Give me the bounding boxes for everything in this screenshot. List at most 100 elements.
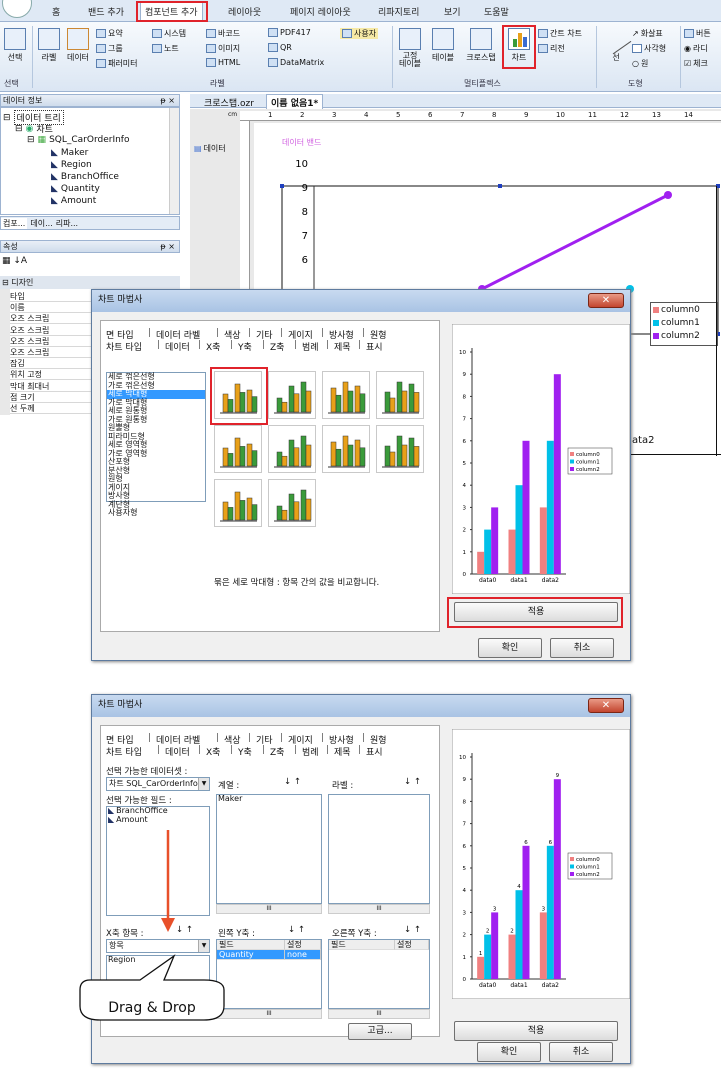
- wizard-tab[interactable]: 제목: [334, 340, 351, 353]
- ok-button[interactable]: 확인: [478, 638, 542, 658]
- chart-type-thumbnail[interactable]: [268, 371, 316, 419]
- rect-button[interactable]: 사각형: [632, 43, 666, 54]
- tree-field[interactable]: ◣ BranchOffice: [51, 172, 119, 182]
- wizard-tab[interactable]: 표시: [366, 745, 383, 758]
- fixed-table-button[interactable]: 고정 테이블: [396, 28, 424, 68]
- design-category[interactable]: ⊟ 디자인: [0, 276, 180, 289]
- summary-button[interactable]: 요약: [96, 28, 123, 39]
- app-orb[interactable]: [2, 0, 32, 18]
- html-button[interactable]: HTML: [206, 58, 240, 67]
- tab-page-layout[interactable]: 페이지 레이아웃: [290, 5, 351, 18]
- tab-view[interactable]: 보기: [444, 5, 461, 18]
- label-list[interactable]: [328, 794, 430, 904]
- collapse-icon[interactable]: ⊟: [3, 113, 11, 123]
- tree-dataset[interactable]: ⊟ ▦ SQL_CarOrderInfo: [27, 135, 129, 145]
- label-move-buttons[interactable]: ↓ ↑: [404, 777, 421, 787]
- wizard-tab[interactable]: Y축: [238, 340, 252, 353]
- collapse-icon[interactable]: ⊟: [15, 124, 23, 134]
- image-button[interactable]: 이미지: [206, 43, 240, 54]
- wizard-tab[interactable]: 데이터: [165, 340, 190, 353]
- tab-component[interactable]: 컴포...: [1, 217, 28, 229]
- chart-type-thumbnail[interactable]: [322, 371, 370, 419]
- doc-tab-crosstab[interactable]: 크로스탭.ozr: [204, 96, 254, 109]
- datamatrix-button[interactable]: DataMatrix: [268, 58, 324, 67]
- wizard-tab[interactable]: X축: [206, 340, 220, 353]
- checkbox-button[interactable]: ☑ 체크: [684, 58, 708, 69]
- crosstab-button[interactable]: 크로스탭: [462, 28, 500, 63]
- cancel-button[interactable]: 취소: [550, 638, 614, 658]
- arrow-button[interactable]: ↗ 화살표: [632, 28, 663, 39]
- tab-help[interactable]: 도움말: [484, 5, 509, 18]
- chart-type-thumbnail[interactable]: [214, 371, 262, 419]
- tree-field[interactable]: ◣ Maker: [51, 148, 88, 158]
- chart-type-thumbnail[interactable]: [322, 425, 370, 473]
- right-y-grid[interactable]: 필드 설정: [328, 939, 430, 1009]
- right-y-scrollbar[interactable]: III: [328, 1009, 430, 1019]
- user-button[interactable]: 사용자: [340, 28, 379, 39]
- chart-type-thumbnail[interactable]: [214, 479, 262, 527]
- parameter-button[interactable]: 패러미터: [96, 58, 137, 69]
- line-button[interactable]: 선: [600, 23, 632, 63]
- note-button[interactable]: 노트: [152, 43, 179, 54]
- right-y-move-buttons[interactable]: ↓ ↑: [404, 925, 421, 935]
- circle-button[interactable]: ○ 원: [632, 58, 648, 69]
- grid-cell-setting[interactable]: none: [285, 950, 321, 960]
- tab-data[interactable]: 데이...: [30, 218, 52, 229]
- ok-button[interactable]: 확인: [477, 1042, 541, 1062]
- tree-field[interactable]: ◣ Amount: [51, 196, 96, 206]
- pin-icon[interactable]: ᵽ ×: [160, 241, 175, 252]
- series-item[interactable]: Maker: [217, 794, 321, 804]
- tree-field[interactable]: ◣ Region: [51, 160, 92, 170]
- left-y-move-buttons[interactable]: ↓ ↑: [288, 925, 305, 935]
- radio-button[interactable]: ◉ 라디: [684, 43, 708, 54]
- system-button[interactable]: 시스템: [152, 28, 186, 39]
- wizard-tab[interactable]: Y축: [238, 745, 252, 758]
- close-icon[interactable]: ✕: [588, 293, 624, 308]
- region-button[interactable]: 리전: [538, 43, 565, 54]
- dataset-select[interactable]: 차트 SQL_CarOrderInfo ▼: [106, 777, 210, 791]
- wizard-tab[interactable]: 표시: [366, 340, 383, 353]
- table-button[interactable]: 테이블: [428, 28, 458, 63]
- wizard-tab[interactable]: X축: [206, 745, 220, 758]
- qr-button[interactable]: QR: [268, 43, 292, 52]
- tab-band-add[interactable]: 밴드 추가: [88, 5, 124, 18]
- select-button[interactable]: 선택: [2, 28, 28, 63]
- selection-handle[interactable]: [280, 184, 284, 188]
- advanced-button[interactable]: 고급...: [348, 1023, 412, 1040]
- cancel-button[interactable]: 취소: [549, 1042, 613, 1062]
- tab-repository[interactable]: 리파지토리: [378, 5, 419, 18]
- gantt-chart-button[interactable]: 간트 차트: [538, 28, 582, 39]
- pdf417-button[interactable]: PDF417: [268, 28, 311, 37]
- data-button[interactable]: 데이터: [64, 28, 92, 63]
- wizard-tab[interactable]: 차트 타입: [106, 745, 142, 758]
- wizard-tab[interactable]: 범례: [302, 745, 319, 758]
- barcode-button[interactable]: 바코드: [206, 28, 240, 39]
- button-button[interactable]: 버튼: [684, 28, 711, 39]
- chart-type-thumbnail[interactable]: [268, 479, 316, 527]
- apply-button[interactable]: 적용: [454, 1021, 618, 1041]
- chart-type-thumbnail[interactable]: [214, 425, 262, 473]
- chart-type-thumbnail[interactable]: [376, 371, 424, 419]
- tab-home[interactable]: 홈: [52, 5, 60, 18]
- label-button[interactable]: 라벨: [36, 28, 62, 63]
- chart-type-thumbnail[interactable]: [268, 425, 316, 473]
- group-button[interactable]: 그룹: [96, 43, 123, 54]
- tree-chart[interactable]: ⊟ ◉ 차트: [15, 122, 53, 136]
- wizard-tab[interactable]: 차트 타입: [106, 340, 142, 353]
- wizard-tab[interactable]: 데이터: [165, 745, 190, 758]
- tree-scrollbar[interactable]: [169, 108, 179, 214]
- wizard-tab[interactable]: Z축: [270, 745, 284, 758]
- selection-handle[interactable]: [498, 184, 502, 188]
- field-item[interactable]: ◣ Amount: [107, 815, 209, 825]
- chart-type-list[interactable]: 세로 꺾은선형 가로 꺾은선형 세로 막대형 가로 막대형 세로 원통형 가로 원통형 원뿔…: [106, 372, 206, 517]
- tab-layout[interactable]: 레이아웃: [228, 5, 261, 18]
- chart-type-item[interactable]: 사용자형: [107, 508, 205, 518]
- collapse-icon[interactable]: ⊟: [27, 135, 35, 145]
- tree-field[interactable]: ◣ Quantity: [51, 184, 100, 194]
- series-move-buttons[interactable]: ↓ ↑: [284, 777, 301, 787]
- wizard-tab[interactable]: 범례: [302, 340, 319, 353]
- wizard-tab[interactable]: Z축: [270, 340, 284, 353]
- close-icon[interactable]: ✕: [588, 698, 624, 713]
- label-scrollbar[interactable]: III: [328, 904, 430, 914]
- wizard-tab[interactable]: 제목: [334, 745, 351, 758]
